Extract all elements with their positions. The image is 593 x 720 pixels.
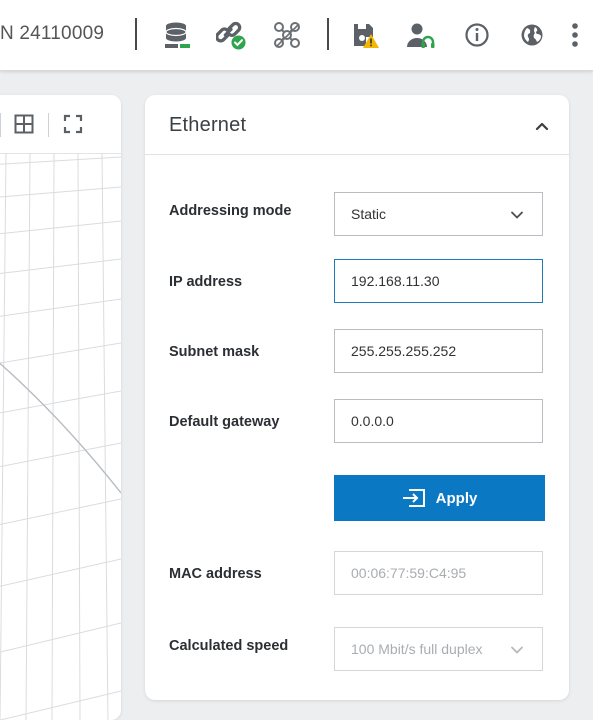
addressing-mode-value: Static — [351, 206, 387, 222]
ip-address-value: 192.168.11.30 — [351, 273, 440, 289]
addressing-mode-label: Addressing mode — [169, 203, 292, 219]
3d-grid-view[interactable] — [0, 153, 121, 720]
default-gateway-input[interactable]: 0.0.0.0 — [334, 399, 543, 443]
chevron-down-icon — [511, 646, 523, 654]
ip-address-label: IP address — [169, 274, 243, 290]
ethernet-card: Ethernet Addressing mode Static IP addre… — [145, 95, 569, 700]
device-id: N 24110009 — [0, 23, 105, 44]
network-nodes-icon[interactable] — [272, 20, 302, 50]
card-title: Ethernet — [169, 114, 247, 136]
calculated-speed-label: Calculated speed — [169, 638, 289, 654]
database-status-icon[interactable] — [162, 20, 192, 50]
default-gateway-value: 0.0.0.0 — [351, 413, 394, 429]
apply-icon — [402, 489, 425, 507]
grid-layout-icon[interactable] — [14, 114, 34, 134]
globe-icon[interactable] — [517, 20, 547, 50]
link-connected-icon[interactable] — [216, 20, 246, 50]
view-toolbar-divider — [0, 113, 1, 137]
apply-label: Apply — [435, 489, 478, 507]
ip-address-input[interactable]: 192.168.11.30 — [334, 259, 543, 303]
view-toolbar-divider — [48, 113, 49, 137]
chevron-down-icon — [511, 211, 523, 219]
toolbar-divider — [327, 18, 329, 50]
mac-address-label: MAC address — [169, 566, 262, 582]
toolbar-divider — [135, 18, 137, 50]
apply-button[interactable]: Apply — [334, 475, 545, 521]
save-warning-icon[interactable] — [350, 20, 380, 50]
calculated-speed-value: 100 Mbit/s full duplex — [351, 641, 483, 657]
default-gateway-label: Default gateway — [169, 414, 280, 430]
fullscreen-icon[interactable] — [63, 114, 83, 134]
calculated-speed-select: 100 Mbit/s full duplex — [334, 627, 543, 671]
view-toolbar — [0, 95, 121, 154]
subnet-mask-label: Subnet mask — [169, 344, 260, 360]
subnet-mask-input[interactable]: 255.255.255.252 — [334, 329, 543, 373]
ethernet-card-header: Ethernet — [145, 95, 569, 155]
more-vertical-icon[interactable] — [560, 20, 590, 50]
info-icon[interactable] — [462, 20, 492, 50]
chevron-up-icon[interactable] — [531, 115, 553, 137]
view-panel — [0, 95, 121, 720]
addressing-mode-select[interactable]: Static — [334, 192, 543, 236]
top-toolbar: N 24110009 — [0, 0, 593, 71]
mac-address-field: 00:06:77:59:C4:95 — [334, 551, 543, 595]
mac-address-value: 00:06:77:59:C4:95 — [351, 565, 467, 581]
user-headset-icon[interactable] — [406, 20, 436, 50]
subnet-mask-value: 255.255.255.252 — [351, 343, 457, 359]
